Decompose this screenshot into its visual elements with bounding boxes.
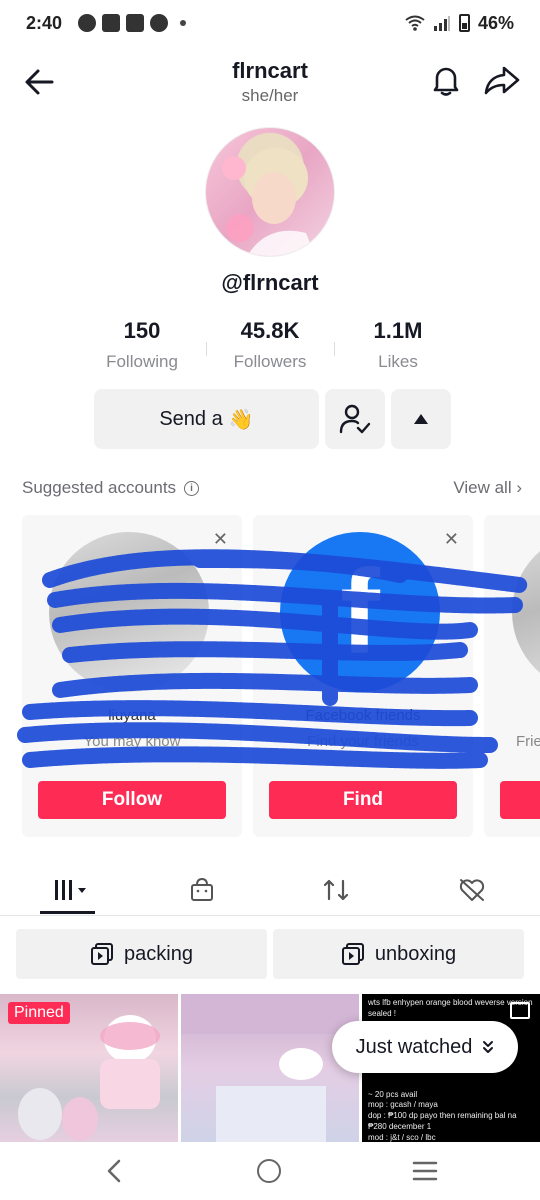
suggested-avatar[interactable] (49, 532, 209, 692)
suggested-accounts-carousel[interactable]: ✕ liuyana You may know Follow ✕ f Facebo… (22, 515, 540, 837)
bell-icon[interactable] (428, 62, 464, 98)
close-icon[interactable]: ✕ (444, 529, 459, 550)
stat-followers[interactable]: 45.8K Followers (206, 318, 334, 378)
stat-likes-value: 1.1M (373, 318, 423, 343)
stat-following-value: 150 (123, 318, 161, 343)
stat-likes-label: Likes (378, 352, 418, 371)
suggestions-toggle-button[interactable] (391, 389, 451, 449)
tab-liked[interactable] (442, 870, 502, 910)
mail-icon (126, 14, 145, 32)
caption-line: dop : ₱100 dp payo then remaining bal na (368, 1111, 517, 1121)
view-all-link[interactable]: View all › (453, 478, 522, 498)
suggested-card[interactable]: ✕ liuyana You may know Follow (22, 515, 242, 837)
profile-avatar[interactable] (205, 127, 335, 257)
playlist-unboxing-label: unboxing (374, 942, 457, 965)
find-button[interactable]: Find (269, 781, 457, 819)
stat-likes[interactable]: 1.1M Likes (334, 318, 462, 378)
suggested-card[interactable]: ✕ f Facebook friends Find your friends F… (253, 515, 473, 837)
playlist-icon (91, 943, 114, 965)
thumbnail-image (181, 994, 359, 1142)
status-bar: 2:40 46% (0, 0, 540, 46)
repost-icon (323, 879, 349, 901)
nav-back-icon[interactable] (100, 1156, 130, 1186)
share-icon[interactable] (482, 62, 522, 98)
battery-icon (458, 14, 470, 32)
active-tab-indicator (40, 911, 95, 914)
double-chevron-down-icon (483, 1041, 494, 1053)
user-check-icon (339, 404, 371, 434)
stat-following[interactable]: 150 Following (78, 318, 206, 378)
image-post-icon (510, 1002, 530, 1019)
nav-recents-icon[interactable] (412, 1160, 438, 1182)
wifi-icon (405, 15, 425, 31)
status-right: 46% (405, 13, 514, 34)
hidden-heart-icon (459, 879, 485, 901)
stat-following-label: Following (106, 352, 178, 371)
caption-line: mop : gcash / maya (368, 1100, 438, 1110)
facebook-icon: f (280, 532, 440, 692)
just-watched-label: Just watched (355, 1035, 473, 1058)
tab-reposts[interactable] (306, 870, 366, 910)
stat-followers-value: 45.8K (240, 318, 300, 343)
just-watched-button[interactable]: Just watched (332, 1021, 518, 1073)
stat-followers-label: Followers (233, 352, 307, 371)
suggested-reason: You may know (83, 733, 181, 750)
battery-percent: 46% (477, 12, 514, 33)
view-all-label: View all (453, 478, 512, 497)
avatar-portrait-icon (222, 148, 316, 256)
playlist-packing[interactable]: packing (16, 929, 267, 979)
suggested-name: Facebook friends (305, 707, 421, 724)
tab-videos[interactable] (38, 870, 98, 910)
playlist-icon (341, 943, 364, 965)
caption-line: ₱280 december 1 (368, 1121, 432, 1131)
more-notifications-dot-icon (180, 20, 187, 26)
system-navigation-bar (0, 1142, 540, 1200)
tab-shop[interactable] (172, 870, 232, 910)
video-thumbnail-pinned[interactable]: Pinned (0, 994, 178, 1142)
shopping-bag-icon (191, 877, 213, 901)
status-time: 2:40 (26, 12, 63, 33)
video-grid-icon (55, 880, 86, 900)
close-icon[interactable]: ✕ (213, 529, 228, 550)
follow-button[interactable] (500, 781, 540, 819)
profile-handle: @flrncart (221, 270, 319, 295)
playlist-unboxing[interactable]: unboxing (273, 929, 524, 979)
info-icon[interactable]: i (184, 480, 200, 496)
profile-stats: 150 Following 45.8K Followers 1.1M Likes (78, 318, 462, 378)
waving-hand-icon: 👋 (228, 408, 254, 431)
suggested-reason: Frie (516, 733, 540, 750)
nav-home-icon[interactable] (257, 1159, 281, 1183)
suggested-accounts-title: Suggested accounts (22, 478, 177, 497)
suggested-accounts-header: Suggested accounts i View all › (22, 478, 522, 498)
pinned-badge: Pinned (8, 1002, 70, 1024)
wallet-icon (102, 14, 121, 32)
caret-up-icon (414, 414, 428, 424)
status-left: 2:40 (26, 12, 187, 34)
suggested-avatar[interactable] (512, 532, 540, 692)
suggested-reason: Find your friends (307, 733, 419, 750)
suggested-name: liuyana (108, 707, 156, 724)
video-thumbnail[interactable] (181, 994, 359, 1142)
playlists-row: packing unboxing (16, 929, 524, 979)
content-tabs (0, 860, 540, 916)
caption-line: mod : j&t / sco / lbc (368, 1132, 436, 1142)
suggested-card[interactable]: Frie (484, 515, 540, 837)
playlist-packing-label: packing (124, 942, 193, 965)
send-wave-button[interactable]: Send a 👋 (94, 389, 319, 449)
profile-header: flrncart she/her (0, 52, 540, 114)
following-status-button[interactable] (325, 389, 385, 449)
send-wave-label: Send a (159, 407, 223, 430)
follow-button[interactable]: Follow (38, 781, 226, 819)
notification-icon (78, 14, 97, 32)
caption-line: ~ 20 pcs avail (368, 1089, 418, 1099)
signal-icon (433, 16, 450, 31)
app-icon (150, 14, 169, 32)
